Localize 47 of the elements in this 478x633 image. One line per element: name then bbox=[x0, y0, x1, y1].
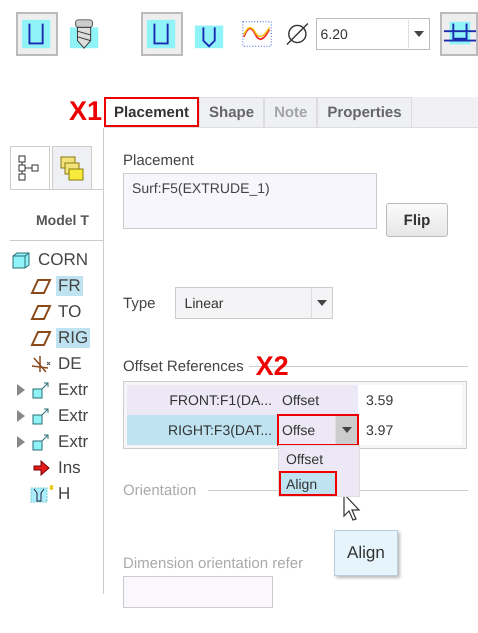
tree-item[interactable]: RIG bbox=[56, 328, 90, 348]
table-cell[interactable]: FRONT:F1(DA... bbox=[127, 385, 278, 415]
caret-icon bbox=[316, 300, 327, 306]
caret-icon bbox=[414, 31, 424, 37]
placement-field[interactable]: Surf:F5(EXTRUDE_1) bbox=[123, 173, 377, 229]
panel-header: Model T bbox=[10, 190, 103, 241]
table-cell[interactable]: 3.97 bbox=[358, 415, 462, 445]
folders-icon bbox=[59, 154, 85, 182]
diameter-dropdown[interactable]: 6.20 bbox=[316, 18, 430, 50]
tree-item[interactable]: DE bbox=[56, 354, 84, 374]
table-cell[interactable]: Offset bbox=[278, 385, 358, 415]
tree-item[interactable]: TO bbox=[56, 302, 84, 322]
type-dropdown[interactable]: Linear bbox=[174, 287, 333, 319]
tab[interactable]: Shape bbox=[199, 97, 264, 127]
tree-item[interactable]: Extr bbox=[56, 406, 90, 426]
tree-item[interactable]: CORN bbox=[36, 250, 90, 270]
table-cell[interactable]: RIGHT:F3(DAT... bbox=[127, 415, 278, 445]
flip-button[interactable]: Flip bbox=[386, 203, 448, 237]
section-label: Placement bbox=[123, 152, 195, 169]
tab[interactable]: Placement bbox=[104, 97, 200, 127]
field-label: Type bbox=[123, 294, 156, 312]
field-label: Dimension orientation refer bbox=[123, 555, 304, 572]
panel-tab[interactable] bbox=[10, 146, 50, 189]
section-label: Offset References bbox=[123, 358, 244, 374]
tree-item[interactable]: H bbox=[56, 484, 72, 504]
section-label: Orientation bbox=[123, 482, 196, 498]
toolbar-button[interactable] bbox=[16, 12, 58, 56]
plane-icon bbox=[30, 276, 54, 296]
tree-item[interactable]: Extr bbox=[56, 380, 90, 400]
annotation-label: X2 bbox=[256, 355, 289, 377]
menu-option[interactable]: Align bbox=[279, 471, 337, 496]
plane-icon bbox=[30, 302, 54, 322]
tree-item[interactable]: Ins bbox=[56, 458, 83, 478]
caret-icon bbox=[342, 427, 352, 433]
menu-option[interactable]: Offset bbox=[279, 446, 359, 471]
annotation-label: X1 bbox=[68, 95, 103, 128]
table-cell[interactable]: 3.59 bbox=[358, 385, 462, 415]
toolbar-button[interactable] bbox=[440, 12, 478, 56]
plane-icon bbox=[30, 328, 54, 348]
hole-icon bbox=[30, 484, 54, 504]
diameter-icon bbox=[284, 21, 310, 47]
tab[interactable]: Properties bbox=[317, 97, 412, 127]
toolbar-button[interactable] bbox=[140, 12, 183, 56]
tooltip: Align bbox=[334, 530, 398, 576]
tree-item[interactable]: Extr bbox=[56, 432, 90, 452]
input-field[interactable] bbox=[123, 576, 273, 608]
tree-item[interactable]: FR bbox=[56, 276, 83, 296]
